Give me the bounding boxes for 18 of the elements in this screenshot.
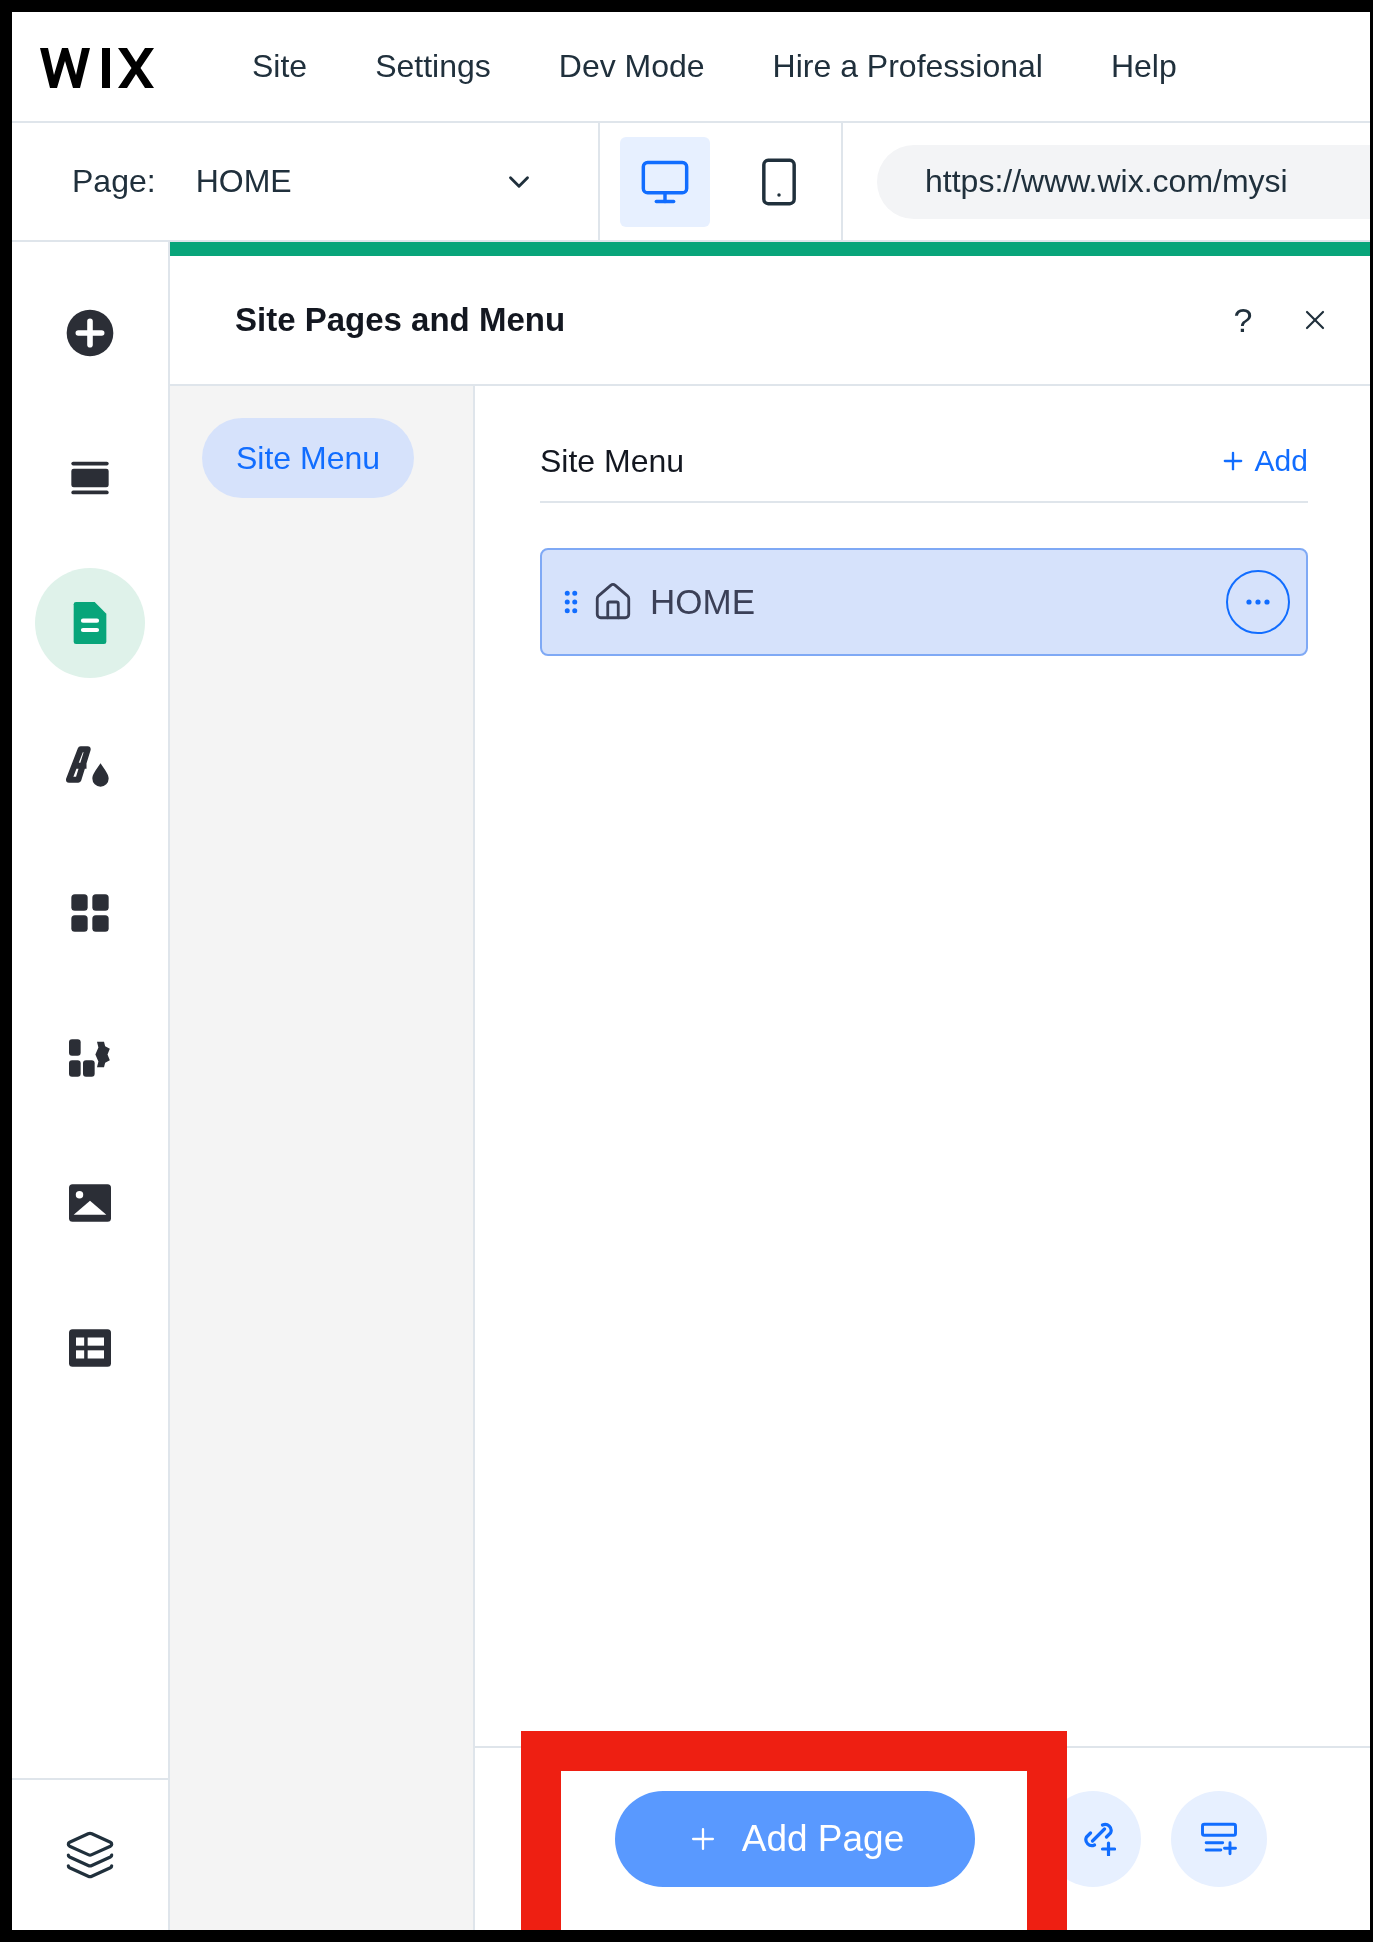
menu-item[interactable]: Settings [375, 48, 491, 85]
more-icon [1246, 599, 1270, 605]
page-name: HOME [650, 582, 756, 622]
menu-item[interactable]: Dev Mode [558, 48, 705, 85]
section-heading: Site Menu [540, 442, 685, 480]
layers-icon[interactable] [64, 1829, 116, 1881]
page-row[interactable]: HOME [540, 548, 1308, 656]
page-dropdown[interactable]: HOME [195, 163, 536, 200]
page-label: Page: [72, 163, 156, 200]
menu-item[interactable]: Hire a Professional [772, 48, 1043, 85]
add-link[interactable]: Add [1218, 444, 1308, 478]
panel-title: Site Pages and Menu [235, 301, 567, 339]
more-button[interactable] [1226, 570, 1290, 634]
help-button[interactable]: ? [1218, 295, 1268, 345]
url-field[interactable]: https://www.wix.com/mysi [877, 144, 1370, 219]
menu-item[interactable]: Help [1110, 48, 1177, 85]
menu-item[interactable]: Site [252, 48, 308, 85]
link-plus-icon [1084, 1822, 1116, 1856]
